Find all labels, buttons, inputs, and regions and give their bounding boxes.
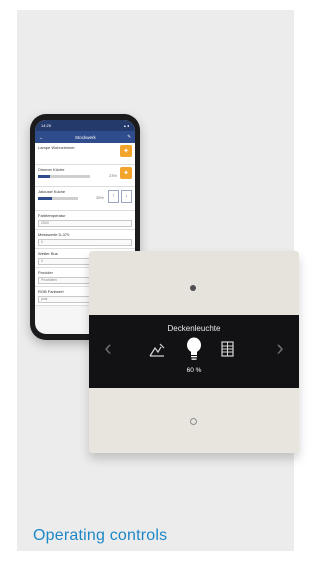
measure-field[interactable]: 0	[38, 239, 132, 246]
light-bulb-icon[interactable]	[186, 337, 202, 361]
brightness-value: 60 %	[186, 367, 202, 374]
color-temp-select[interactable]: 2500	[38, 220, 132, 227]
list-item-measure[interactable]: Messwerte D-370 0	[35, 230, 135, 249]
chevron-left-icon[interactable]: ‹	[101, 335, 115, 361]
scene-icon[interactable]	[149, 343, 165, 357]
blind-icon[interactable]	[221, 341, 234, 357]
status-ring-indicator	[190, 418, 197, 425]
status-icons: ▴ ◂	[123, 123, 129, 128]
blind-up-button[interactable]: ↑	[108, 190, 119, 203]
blind-value: 35%	[95, 195, 104, 200]
phone-status-bar: 14:25 ▴ ◂	[35, 120, 135, 131]
list-item-label: Lampe Wohnzimmer	[38, 145, 75, 150]
display-title: Deckenleuchte	[167, 324, 221, 333]
app-title: Stockwerk	[74, 134, 96, 140]
dimmer-slider[interactable]	[38, 175, 90, 178]
blind-slider-fill	[38, 197, 52, 200]
list-item-lamp[interactable]: Lampe Wohnzimmer ✦	[35, 143, 135, 165]
edit-pencil-icon[interactable]: ✎	[127, 134, 131, 140]
chevron-right-icon[interactable]: ›	[273, 335, 287, 361]
switch-bottom-rocker[interactable]	[89, 388, 299, 453]
dimmer-slider-fill	[38, 175, 50, 178]
status-time: 14:25	[41, 123, 52, 128]
wall-switch: Deckenleuchte ‹ › 60 %	[89, 251, 299, 453]
bulb-toggle-icon[interactable]: ✦	[120, 167, 132, 179]
list-item-blind[interactable]: Jalousie Küche 35% ↑ ↓	[35, 187, 135, 211]
status-led	[190, 285, 196, 291]
blind-down-button[interactable]: ↓	[121, 190, 132, 203]
blind-slider[interactable]	[38, 197, 78, 200]
list-item-label: Dimmer Küche	[38, 167, 65, 172]
bulb-toggle-icon[interactable]: ✦	[120, 145, 132, 157]
dimmer-value: 23%	[108, 173, 117, 178]
switch-top-rocker[interactable]	[89, 251, 299, 315]
list-item-label: Messwerte D-370	[38, 232, 70, 237]
list-item-label: Farbtemperatur	[38, 213, 66, 218]
list-item-dimmer[interactable]: Dimmer Küche 23% ✦	[35, 165, 135, 187]
phone-app-bar: ← Stockwerk ✎	[35, 131, 135, 143]
switch-display: Deckenleuchte ‹ › 60 %	[89, 315, 299, 388]
caption-title: Operating controls	[33, 527, 168, 544]
list-item-color-temp[interactable]: Farbtemperatur 2500	[35, 211, 135, 230]
